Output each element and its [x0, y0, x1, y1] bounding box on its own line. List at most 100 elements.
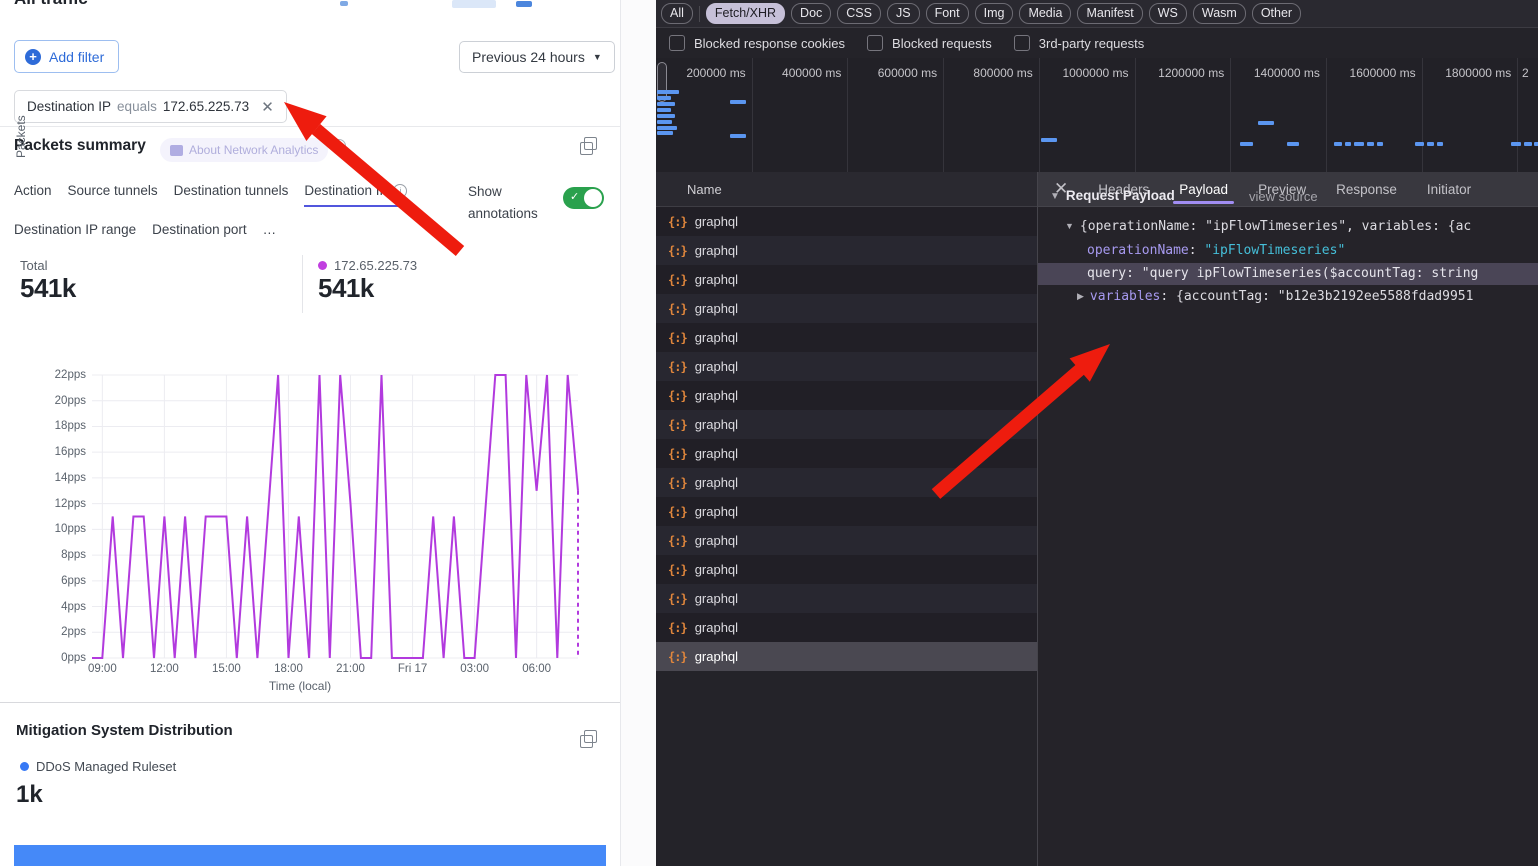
y-tick: 8pps: [26, 549, 86, 561]
checkbox-icon[interactable]: [669, 35, 685, 51]
info-icon: i: [393, 184, 407, 198]
waterfall-mark: [657, 131, 673, 135]
request-row-graphql[interactable]: {:}graphql: [656, 207, 1037, 236]
request-name: graphql: [695, 417, 738, 432]
tab-destination-ip[interactable]: Destination IPi: [304, 183, 407, 207]
filter-pill-font[interactable]: Font: [926, 3, 969, 24]
request-name: graphql: [695, 446, 738, 461]
request-row-graphql[interactable]: {:}graphql: [656, 584, 1037, 613]
show-annotations-toggle[interactable]: ✓: [563, 187, 604, 209]
request-name: graphql: [695, 562, 738, 577]
request-row-graphql[interactable]: {:}graphql: [656, 526, 1037, 555]
timeline-gridline: [1230, 58, 1231, 172]
checkbox-icon[interactable]: [867, 35, 883, 51]
request-name: graphql: [695, 504, 738, 519]
triangle-down-icon[interactable]: ▼: [1065, 221, 1074, 231]
filter-pill-wasm[interactable]: Wasm: [1193, 3, 1246, 24]
json-braces-icon: {:}: [668, 592, 687, 606]
view-source-link[interactable]: view source: [1249, 189, 1318, 204]
divider: [0, 126, 621, 127]
name-column-header[interactable]: Name: [656, 172, 1037, 207]
filter-pill-other[interactable]: Other: [1252, 3, 1301, 24]
add-filter-button[interactable]: + Add filter: [14, 40, 119, 73]
filter-field: Destination IP: [27, 99, 111, 114]
triangle-right-icon[interactable]: ▶: [1077, 291, 1084, 301]
filter-pill-manifest[interactable]: Manifest: [1077, 3, 1142, 24]
tab-action[interactable]: Action: [14, 183, 52, 207]
tab-destination-port[interactable]: Destination port: [152, 222, 247, 244]
filter-pill-ws[interactable]: WS: [1149, 3, 1187, 24]
filter-pill-doc[interactable]: Doc: [791, 3, 831, 24]
y-tick: 0pps: [26, 652, 86, 664]
x-tick: 03:00: [460, 663, 489, 675]
tab-destination-ip-range[interactable]: Destination IP range: [14, 222, 136, 244]
expand-panel-icon[interactable]: [580, 142, 593, 155]
request-row-graphql[interactable]: {:}graphql: [656, 642, 1037, 671]
time-range-dropdown[interactable]: Previous 24 hours ▼: [459, 41, 615, 73]
json-braces-icon: {:}: [668, 476, 687, 490]
request-row-graphql[interactable]: {:}graphql: [656, 352, 1037, 381]
request-row-graphql[interactable]: {:}graphql: [656, 439, 1037, 468]
timeline-gridline: [1039, 58, 1040, 172]
request-name: graphql: [695, 620, 738, 635]
request-row-graphql[interactable]: {:}graphql: [656, 236, 1037, 265]
filter-pill-media[interactable]: Media: [1019, 3, 1071, 24]
request-row-graphql[interactable]: {:}graphql: [656, 265, 1037, 294]
checkbox-3rd-party-requests[interactable]: 3rd-party requests: [1014, 35, 1145, 51]
waterfall-mark: [1354, 142, 1364, 146]
request-row-graphql[interactable]: {:}graphql: [656, 381, 1037, 410]
divider: [0, 702, 621, 703]
request-details-panel: ✕ HeadersPayloadPreviewResponseInitiator…: [1038, 172, 1538, 866]
x-tick: 18:00: [274, 663, 303, 675]
remove-filter-icon[interactable]: ✕: [261, 98, 274, 116]
checkbox-blocked-response-cookies[interactable]: Blocked response cookies: [669, 35, 845, 51]
payload-operation-name-line[interactable]: operationName: "ipFlowTimeseries": [1087, 243, 1345, 258]
waterfall-mark: [657, 90, 679, 94]
request-row-graphql[interactable]: {:}graphql: [656, 294, 1037, 323]
request-row-graphql[interactable]: {:}graphql: [656, 410, 1037, 439]
mitigation-value: 1k: [16, 781, 43, 809]
stat-total-value: 541k: [20, 273, 76, 304]
tab--[interactable]: …: [263, 222, 277, 244]
request-row-graphql[interactable]: {:}graphql: [656, 323, 1037, 352]
waterfall-mark: [1534, 142, 1538, 146]
request-row-graphql[interactable]: {:}graphql: [656, 468, 1037, 497]
payload-root-line[interactable]: ▼{operationName: "ipFlowTimeseries", var…: [1065, 219, 1471, 234]
tab-destination-tunnels[interactable]: Destination tunnels: [174, 183, 289, 207]
request-payload-section[interactable]: ▼Request Payload: [1050, 188, 1175, 203]
x-tick: 15:00: [212, 663, 241, 675]
checkbox-blocked-requests[interactable]: Blocked requests: [867, 35, 992, 51]
filter-pill-js[interactable]: JS: [887, 3, 920, 24]
details-tab-response[interactable]: Response: [1334, 174, 1399, 205]
tab-source-tunnels[interactable]: Source tunnels: [68, 183, 158, 207]
payload-variables-line[interactable]: ▶variables: {accountTag: "b12e3b2192ee55…: [1077, 289, 1473, 304]
x-tick: 12:00: [150, 663, 179, 675]
timeline-tick-label: 400000 ms: [782, 66, 841, 80]
add-filter-label: Add filter: [49, 49, 104, 65]
checkbox-icon[interactable]: [1014, 35, 1030, 51]
details-tab-initiator[interactable]: Initiator: [1425, 174, 1473, 205]
timeline-tick-label: 1200000 ms: [1158, 66, 1224, 80]
x-tick: 06:00: [522, 663, 551, 675]
stat-total-label: Total: [20, 258, 76, 273]
about-network-analytics-badge[interactable]: About Network Analytics: [160, 138, 328, 162]
network-overview-timeline[interactable]: 200000 ms400000 ms600000 ms800000 ms1000…: [656, 58, 1538, 173]
filter-pill-img[interactable]: Img: [975, 3, 1014, 24]
expand-panel-icon[interactable]: [580, 735, 593, 748]
payload-query-line[interactable]: query: "query ipFlowTimeseries($accountT…: [1087, 266, 1478, 281]
active-filter-pill[interactable]: Destination IP equals 172.65.225.73 ✕: [14, 90, 287, 123]
request-row-graphql[interactable]: {:}graphql: [656, 613, 1037, 642]
waterfall-mark: [1367, 142, 1374, 146]
filter-pill-all[interactable]: All: [661, 3, 693, 24]
page-title: All traffic: [14, 0, 88, 9]
details-tab-payload[interactable]: Payload: [1177, 174, 1230, 205]
stat-destination-ip: 172.65.225.73 541k: [318, 258, 417, 304]
waterfall-mark: [1415, 142, 1424, 146]
filter-pill-css[interactable]: CSS: [837, 3, 881, 24]
request-row-graphql[interactable]: {:}graphql: [656, 497, 1037, 526]
filter-pill-fetch-xhr[interactable]: Fetch/XHR: [706, 3, 785, 24]
chevron-down-icon: ▼: [593, 52, 602, 62]
timeline-tick-label: 1400000 ms: [1254, 66, 1320, 80]
request-name: graphql: [695, 388, 738, 403]
request-row-graphql[interactable]: {:}graphql: [656, 555, 1037, 584]
